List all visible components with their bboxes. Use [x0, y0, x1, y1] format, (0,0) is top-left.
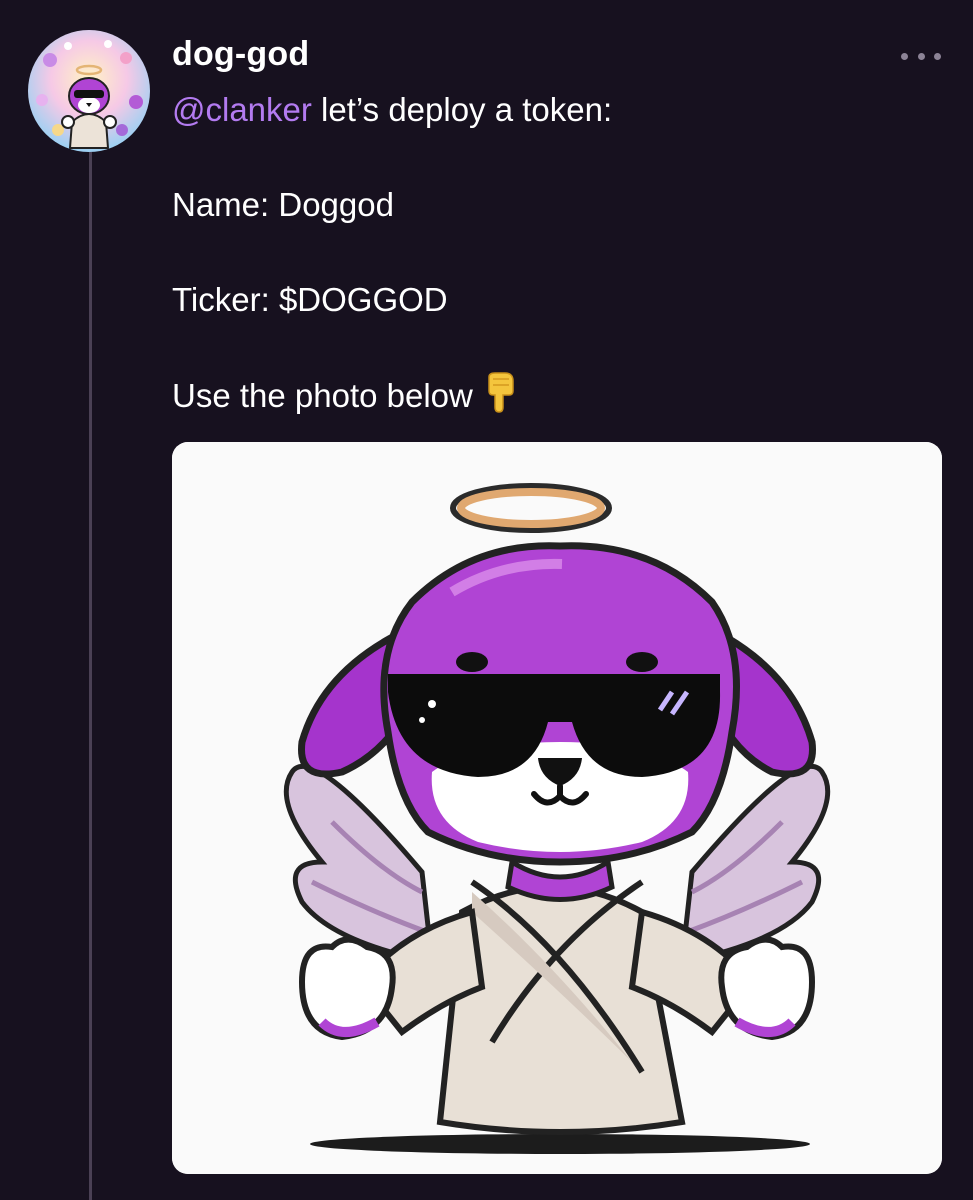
- post-header: dog-god: [172, 32, 309, 76]
- post-intro-text: let’s deploy a token:: [311, 91, 613, 128]
- more-options-button[interactable]: [901, 44, 941, 68]
- username[interactable]: dog-god: [172, 35, 309, 74]
- post-line-name: Name: Doggod: [172, 186, 394, 223]
- cast-screen: dog-god @clanker let’s deploy a token: N…: [0, 0, 973, 1200]
- avatar[interactable]: [28, 30, 150, 152]
- post-line-ticker: Ticker: $DOGGOD: [172, 281, 448, 318]
- avatar-image: [36, 40, 143, 149]
- post-photo-text: Use the photo below: [172, 377, 473, 414]
- post-line-photo: Use the photo below: [172, 371, 952, 419]
- mention-link[interactable]: @clanker: [172, 91, 312, 128]
- post-image[interactable]: [172, 442, 942, 1174]
- pointing-down-hand-emoji: [483, 371, 517, 426]
- more-horizontal-icon-dot: [917, 52, 925, 60]
- post-body: @clanker let’s deploy a token: Name: Dog…: [172, 86, 952, 466]
- thread-line: [89, 152, 92, 1200]
- doggod-illustration: [172, 442, 942, 1174]
- more-horizontal-icon: [901, 52, 908, 60]
- more-horizontal-icon-dot: [934, 52, 941, 60]
- post-line-intro: @clanker let’s deploy a token:: [172, 86, 952, 134]
